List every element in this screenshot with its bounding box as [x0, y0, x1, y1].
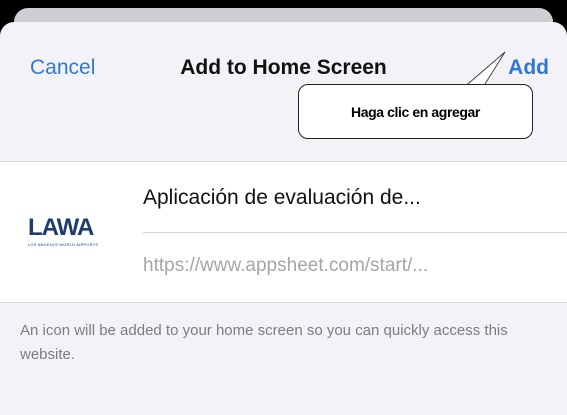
callout-pointer [438, 51, 506, 109]
callout-tooltip: Haga clic en agregar [298, 84, 533, 139]
